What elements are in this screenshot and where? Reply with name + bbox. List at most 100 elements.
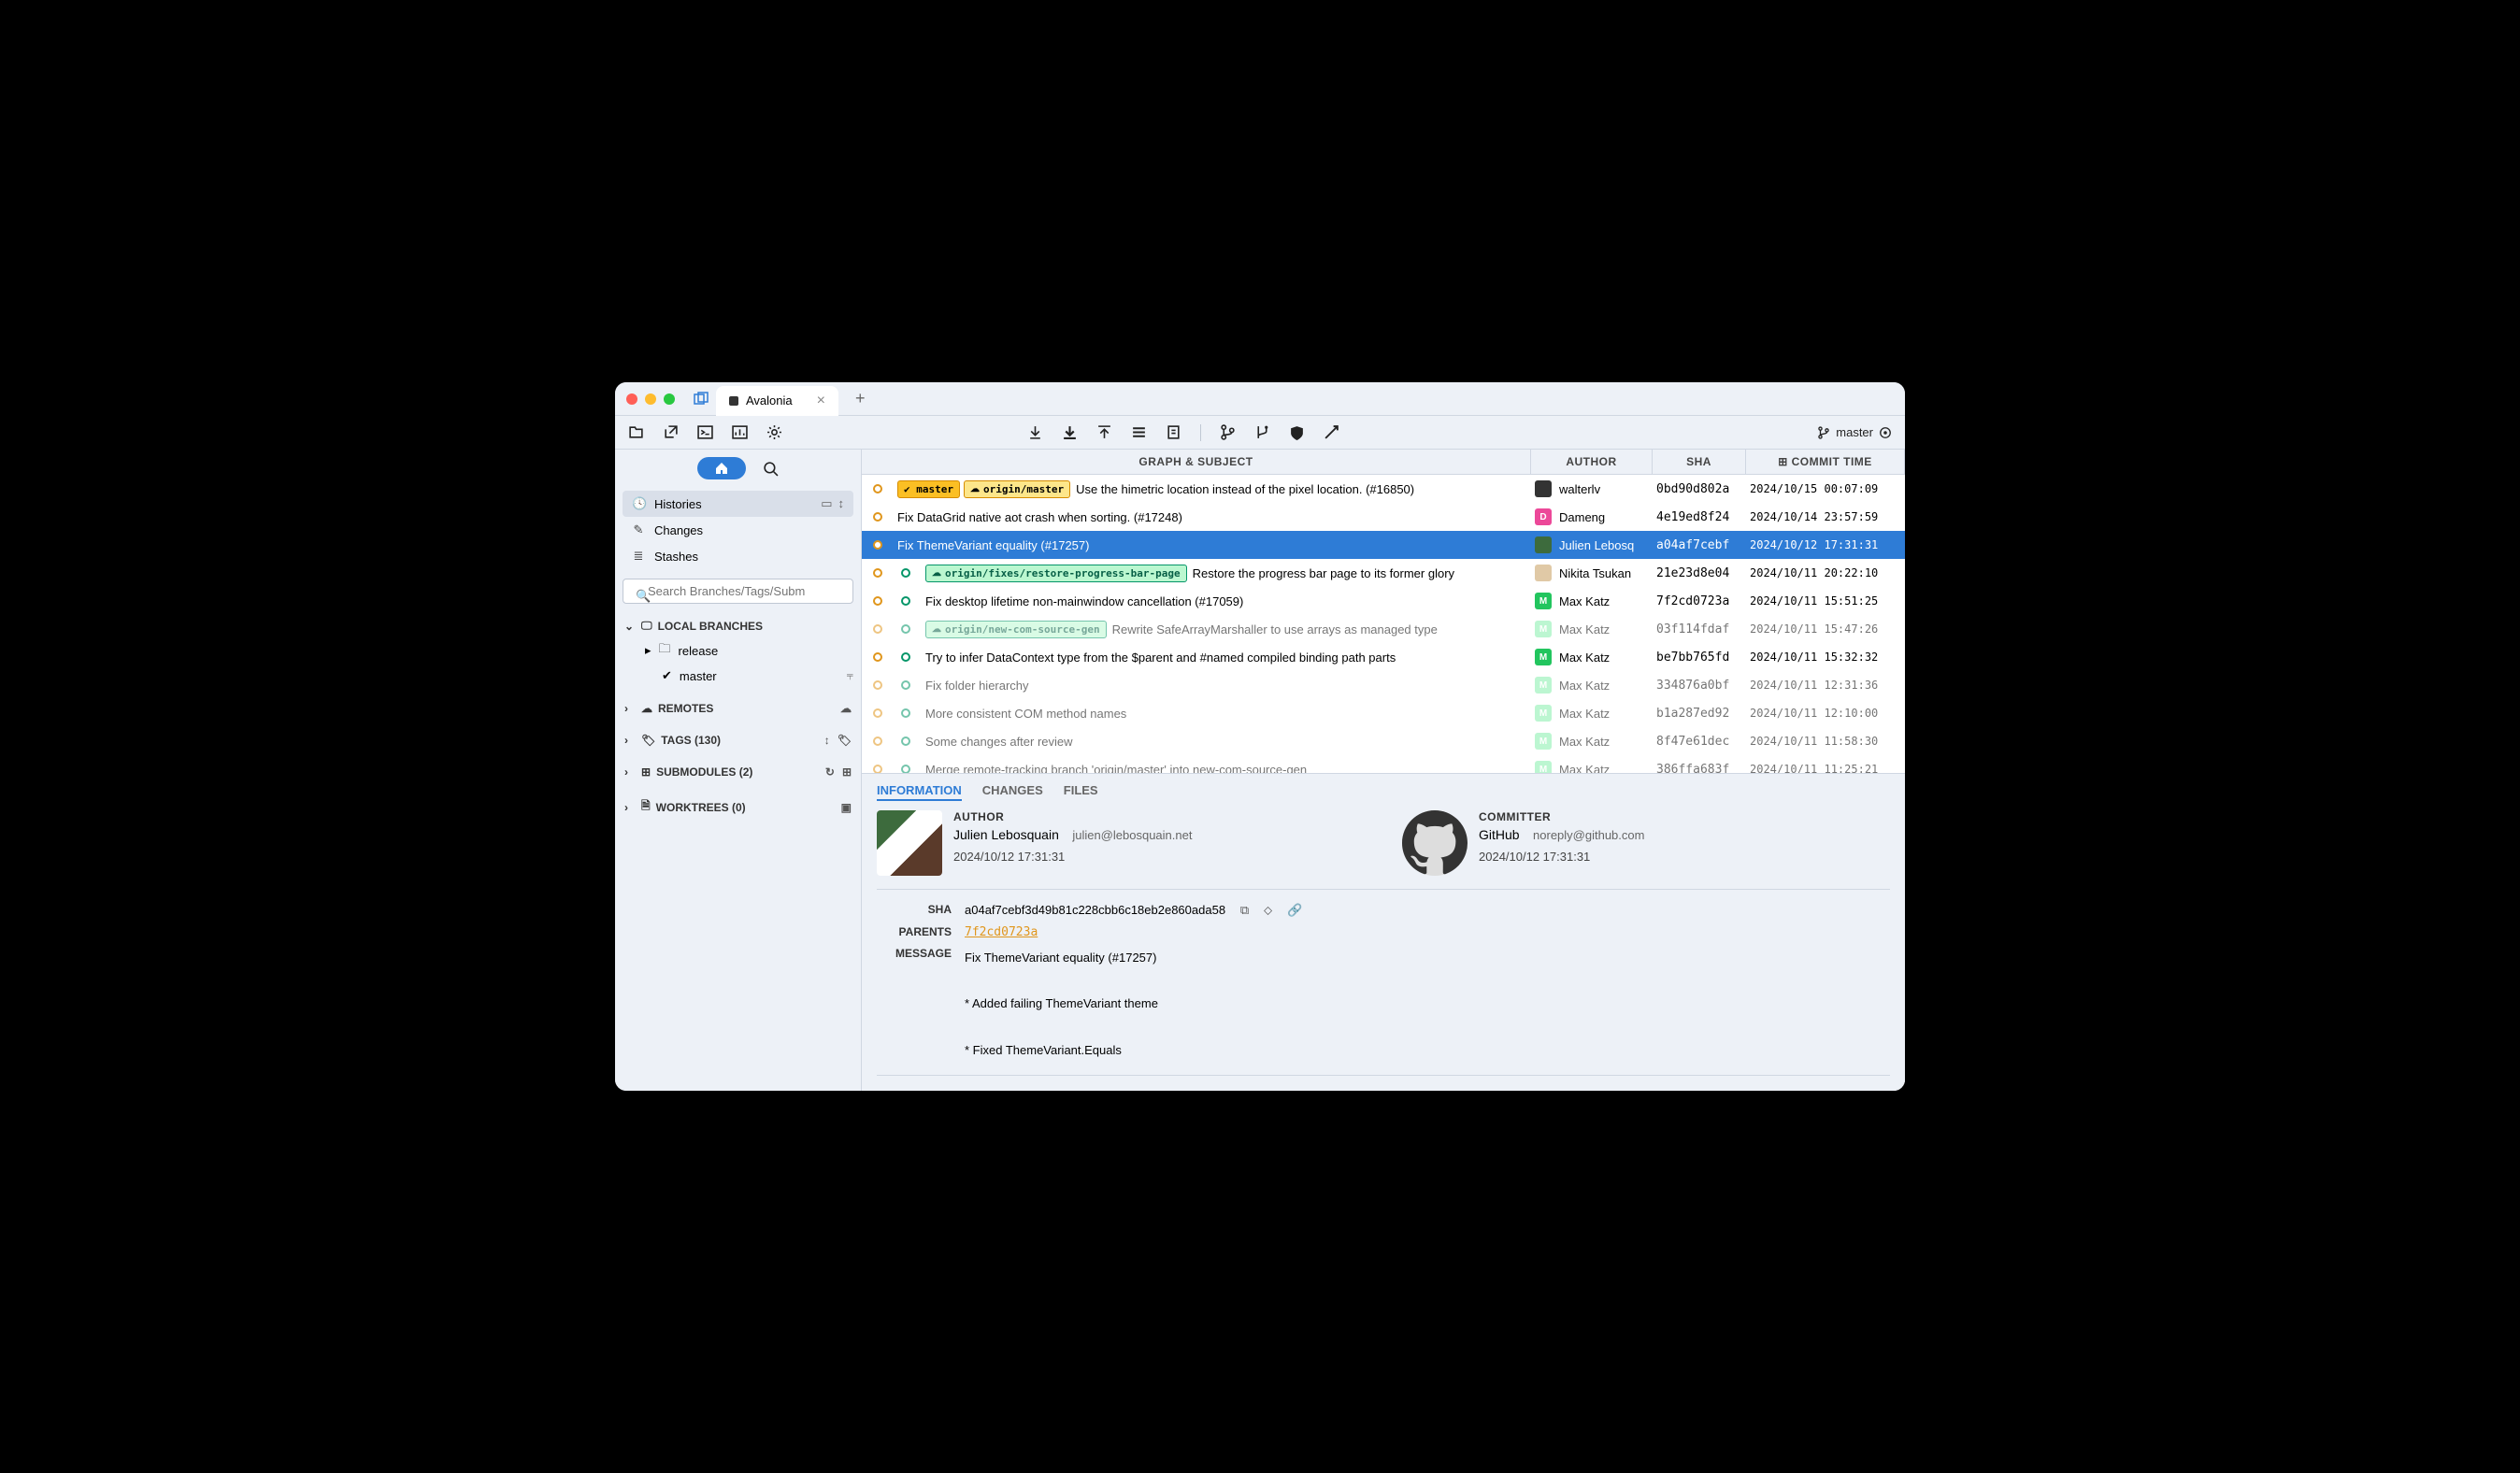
- toolbar: master: [615, 416, 1905, 450]
- stash-icon[interactable]: [1131, 424, 1147, 440]
- current-branch[interactable]: master: [1817, 425, 1892, 439]
- commit-row[interactable]: Fix ThemeVariant equality (#17257) Julien…: [862, 531, 1905, 559]
- maximize-window-button[interactable]: [664, 393, 675, 405]
- worktrees-group: › 🗎 WORKTREES (0) ▣: [615, 788, 861, 826]
- close-tab-icon[interactable]: ×: [817, 393, 825, 409]
- file-row[interactable]: ± src/Avalonia.Base/Styling/ThemeVariant…: [965, 1089, 1890, 1091]
- tab-changes[interactable]: CHANGES: [982, 781, 1043, 801]
- sort-icon[interactable]: ↕: [838, 496, 845, 511]
- commit-row[interactable]: Merge remote-tracking branch 'origin/mas…: [862, 755, 1905, 773]
- nav-stashes[interactable]: ≣ Stashes: [623, 543, 853, 569]
- close-window-button[interactable]: [626, 393, 637, 405]
- author-avatar: [877, 810, 942, 876]
- commit-sha: 7f2cd0723a: [1653, 594, 1746, 608]
- ref-tag[interactable]: ✔ master: [897, 480, 960, 498]
- repo-tab[interactable]: Avalonia ×: [716, 386, 838, 416]
- commit-author: MMax Katz: [1531, 621, 1653, 637]
- group-header-submodules[interactable]: › ⊞ SUBMODULES (2) ↻⊞: [623, 762, 853, 782]
- fetch-icon[interactable]: [1027, 424, 1043, 440]
- refresh-icon[interactable]: ↻: [825, 765, 835, 779]
- tab-files[interactable]: FILES: [1064, 781, 1098, 801]
- sort-icon[interactable]: ↕: [824, 734, 830, 747]
- commit-subject: Restore the progress bar page to its for…: [1193, 566, 1454, 580]
- sidebar-search-icon[interactable]: [763, 461, 779, 477]
- commit-row[interactable]: ☁ origin/new-com-source-genRewrite SafeA…: [862, 615, 1905, 643]
- commit-author: Julien Lebosq: [1531, 536, 1653, 553]
- group-label: LOCAL BRANCHES: [658, 620, 763, 633]
- commit-row[interactable]: Fix folder hierarchyMMax Katz334876a0bf2…: [862, 671, 1905, 699]
- message-title: Fix ThemeVariant equality (#17257): [965, 947, 1890, 970]
- message-label: MESSAGE: [877, 947, 952, 1062]
- stats-icon[interactable]: [732, 424, 748, 440]
- commit-row[interactable]: ☁ origin/fixes/restore-progress-bar-page…: [862, 559, 1905, 587]
- apply-stash-icon[interactable]: [1166, 424, 1181, 440]
- committer-email: noreply@github.com: [1533, 828, 1644, 842]
- tags-group: › 🏷 TAGS (130) ↕🏷: [615, 724, 861, 756]
- commit-list[interactable]: ✔ master☁ origin/masterUse the himetric …: [862, 475, 1905, 773]
- push-icon[interactable]: [1096, 424, 1112, 440]
- branch-search-input[interactable]: [623, 579, 853, 604]
- commit-row[interactable]: ✔ master☁ origin/masterUse the himetric …: [862, 475, 1905, 503]
- header-graph[interactable]: GRAPH & SUBJECT: [862, 450, 1531, 474]
- pull-icon[interactable]: [1062, 424, 1078, 440]
- layout-icon[interactable]: ▭: [821, 496, 832, 511]
- window-tile-icon[interactable]: [694, 392, 709, 407]
- add-worktree-icon[interactable]: ▣: [841, 801, 852, 814]
- author-name: Dameng: [1559, 510, 1605, 524]
- nav-tools: ▭ ↕: [821, 496, 844, 511]
- explorer-icon[interactable]: [628, 424, 644, 440]
- commit-time: 2024/10/14 23:57:59: [1746, 510, 1905, 523]
- commit-row[interactable]: Some changes after reviewMMax Katz8f47e6…: [862, 727, 1905, 755]
- minimize-window-button[interactable]: [645, 393, 656, 405]
- branch-release[interactable]: ▸ 🗀 release: [623, 636, 853, 665]
- add-tag-icon[interactable]: 🏷: [838, 734, 852, 747]
- add-icon[interactable]: ⊞: [842, 765, 852, 779]
- commit-row[interactable]: Try to infer DataContext type from the $…: [862, 643, 1905, 671]
- group-header-remotes[interactable]: › ☁ REMOTES ☁: [623, 698, 853, 719]
- settings-icon[interactable]: [766, 424, 782, 440]
- nav-histories[interactable]: 🕓 Histories ▭ ↕: [623, 491, 853, 517]
- branch-icon[interactable]: [1220, 424, 1236, 440]
- check-icon: ✔: [662, 668, 672, 683]
- calendar-icon: ⊞: [1778, 455, 1788, 468]
- commit-row[interactable]: Fix DataGrid native aot crash when sorti…: [862, 503, 1905, 531]
- author-name: Max Katz: [1559, 707, 1610, 721]
- chevron-right-icon: ›: [624, 734, 636, 747]
- merge-icon[interactable]: [1254, 424, 1270, 440]
- ref-tag[interactable]: ☁ origin/fixes/restore-progress-bar-page: [925, 565, 1187, 582]
- author-name: Max Katz: [1559, 622, 1610, 636]
- header-sha[interactable]: SHA: [1653, 450, 1746, 474]
- header-time[interactable]: ⊞ COMMIT TIME: [1746, 450, 1905, 474]
- external-link-icon[interactable]: [663, 424, 679, 440]
- commit-subject: Fix ThemeVariant equality (#17257): [897, 538, 1089, 552]
- filter-icon[interactable]: ⫧: [847, 668, 853, 683]
- group-header-worktrees[interactable]: › 🗎 WORKTREES (0) ▣: [623, 794, 853, 821]
- ref-tag[interactable]: ☁ origin/new-com-source-gen: [925, 621, 1107, 638]
- home-button[interactable]: [697, 457, 746, 479]
- sidebar: 🕓 Histories ▭ ↕ ✎ Changes ≣ Stashes: [615, 450, 862, 1091]
- tab-information[interactable]: INFORMATION: [877, 781, 962, 801]
- nav-changes[interactable]: ✎ Changes: [623, 517, 853, 543]
- header-author[interactable]: AUTHOR: [1531, 450, 1653, 474]
- group-header-local[interactable]: ⌄ 🖵 LOCAL BRANCHES: [623, 615, 853, 636]
- new-tab-button[interactable]: +: [855, 389, 866, 408]
- commit-author: DDameng: [1531, 508, 1653, 525]
- parents-row: PARENTS 7f2cd0723a: [877, 925, 1890, 939]
- commit-row[interactable]: Fix desktop lifetime non-mainwindow canc…: [862, 587, 1905, 615]
- add-remote-icon[interactable]: ☁: [840, 702, 852, 715]
- web-link-icon[interactable]: 🔗: [1287, 903, 1302, 917]
- commit-time: 2024/10/11 15:51:25: [1746, 594, 1905, 608]
- terminal-icon[interactable]: [697, 424, 713, 440]
- committer-time: 2024/10/12 17:31:31: [1479, 850, 1644, 864]
- message-line: * Fixed ThemeVariant.Equals: [965, 1039, 1890, 1063]
- parent-link[interactable]: 7f2cd0723a: [965, 925, 1890, 939]
- tag-solid-icon[interactable]: [1289, 424, 1305, 440]
- commit-row[interactable]: More consistent COM method namesMMax Kat…: [862, 699, 1905, 727]
- copy-icon[interactable]: ⧉: [1240, 903, 1249, 917]
- contains-icon[interactable]: ⬦: [1264, 903, 1272, 917]
- ref-tag[interactable]: ☁ origin/master: [964, 480, 1070, 498]
- gitflow-icon[interactable]: [1324, 424, 1339, 440]
- group-header-tags[interactable]: › 🏷 TAGS (130) ↕🏷: [623, 730, 853, 751]
- branch-master[interactable]: ✔ master ⫧: [623, 665, 853, 687]
- commit-author: MMax Katz: [1531, 761, 1653, 773]
